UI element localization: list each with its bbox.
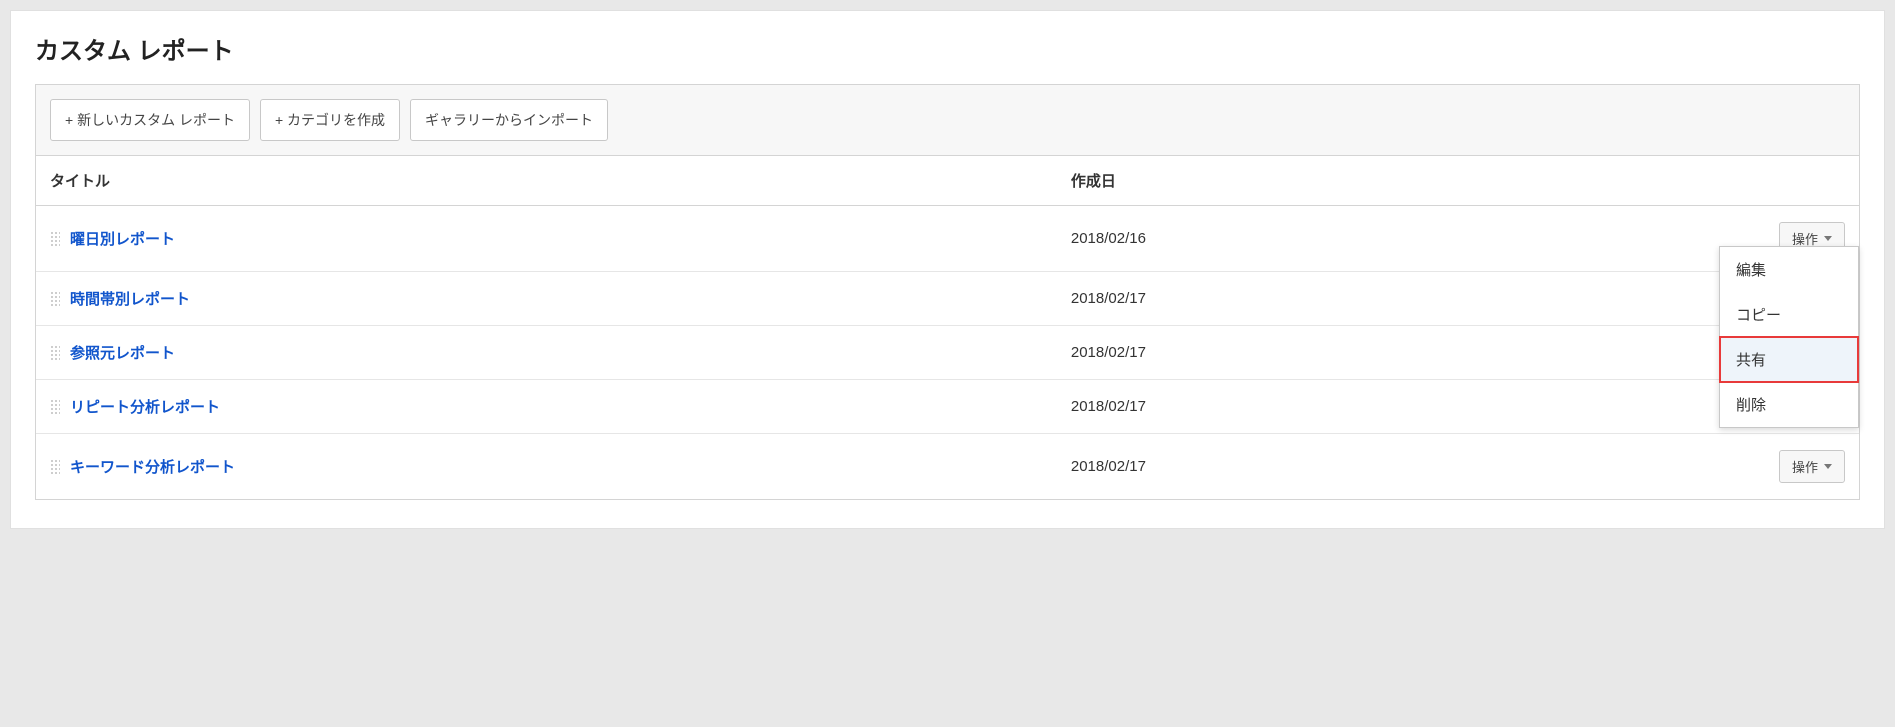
action-dropdown-button[interactable]: 操作	[1779, 450, 1845, 483]
title-cell: リピート分析レポート	[36, 380, 1057, 434]
drag-handle-icon[interactable]	[50, 345, 60, 361]
title-cell: 時間帯別レポート	[36, 272, 1057, 326]
drag-handle-icon[interactable]	[50, 459, 60, 475]
caret-down-icon	[1824, 464, 1832, 469]
table-row: 曜日別レポート 2018/02/16操作編集コピー共有削除	[36, 206, 1859, 272]
action-button-label: 操作	[1792, 457, 1818, 476]
table-row: キーワード分析レポート 2018/02/17 操作	[36, 434, 1859, 500]
action-dropdown-menu: 編集コピー共有削除	[1719, 246, 1859, 428]
created-date-cell: 2018/02/17	[1057, 434, 1677, 500]
action-cell: 操作	[1677, 434, 1859, 500]
report-link[interactable]: リピート分析レポート	[70, 399, 220, 416]
caret-down-icon	[1824, 236, 1832, 241]
report-link[interactable]: キーワード分析レポート	[70, 459, 235, 476]
title-cell: 曜日別レポート	[36, 206, 1057, 272]
drag-handle-icon[interactable]	[50, 291, 60, 307]
dropdown-item[interactable]: コピー	[1720, 292, 1858, 337]
column-header-created: 作成日	[1057, 156, 1677, 206]
created-date-cell: 2018/02/17	[1057, 380, 1677, 434]
custom-reports-panel: カスタム レポート + 新しいカスタム レポート + カテゴリを作成 ギャラリー…	[10, 10, 1885, 529]
reports-table: タイトル 作成日 曜日別レポート2018/02/16操作編集コピー共有削除時間帯…	[36, 156, 1859, 499]
column-header-title: タイトル	[36, 156, 1057, 206]
dropdown-item[interactable]: 共有	[1720, 337, 1858, 382]
created-date-cell: 2018/02/17	[1057, 272, 1677, 326]
table-row: 参照元レポート 2018/02/17	[36, 326, 1859, 380]
dropdown-item[interactable]: 編集	[1720, 247, 1858, 292]
report-link[interactable]: 参照元レポート	[70, 345, 175, 362]
created-date-cell: 2018/02/16	[1057, 206, 1677, 272]
new-custom-report-button[interactable]: + 新しいカスタム レポート	[50, 99, 250, 141]
drag-handle-icon[interactable]	[50, 399, 60, 415]
title-cell: 参照元レポート	[36, 326, 1057, 380]
page-title: カスタム レポート	[35, 31, 1860, 66]
action-cell: 操作編集コピー共有削除	[1677, 206, 1859, 272]
dropdown-item[interactable]: 削除	[1720, 382, 1858, 427]
import-from-gallery-button[interactable]: ギャラリーからインポート	[410, 99, 608, 141]
report-link[interactable]: 時間帯別レポート	[70, 291, 190, 308]
table-row: 時間帯別レポート 2018/02/17	[36, 272, 1859, 326]
table-row: リピート分析レポート 2018/02/17	[36, 380, 1859, 434]
title-cell: キーワード分析レポート	[36, 434, 1057, 500]
reports-table-container: + 新しいカスタム レポート + カテゴリを作成 ギャラリーからインポート タイ…	[35, 84, 1860, 500]
report-link[interactable]: 曜日別レポート	[70, 231, 175, 248]
column-header-action	[1677, 156, 1859, 206]
table-header-row: タイトル 作成日	[36, 156, 1859, 206]
created-date-cell: 2018/02/17	[1057, 326, 1677, 380]
new-category-button[interactable]: + カテゴリを作成	[260, 99, 400, 141]
drag-handle-icon[interactable]	[50, 231, 60, 247]
toolbar: + 新しいカスタム レポート + カテゴリを作成 ギャラリーからインポート	[36, 85, 1859, 156]
